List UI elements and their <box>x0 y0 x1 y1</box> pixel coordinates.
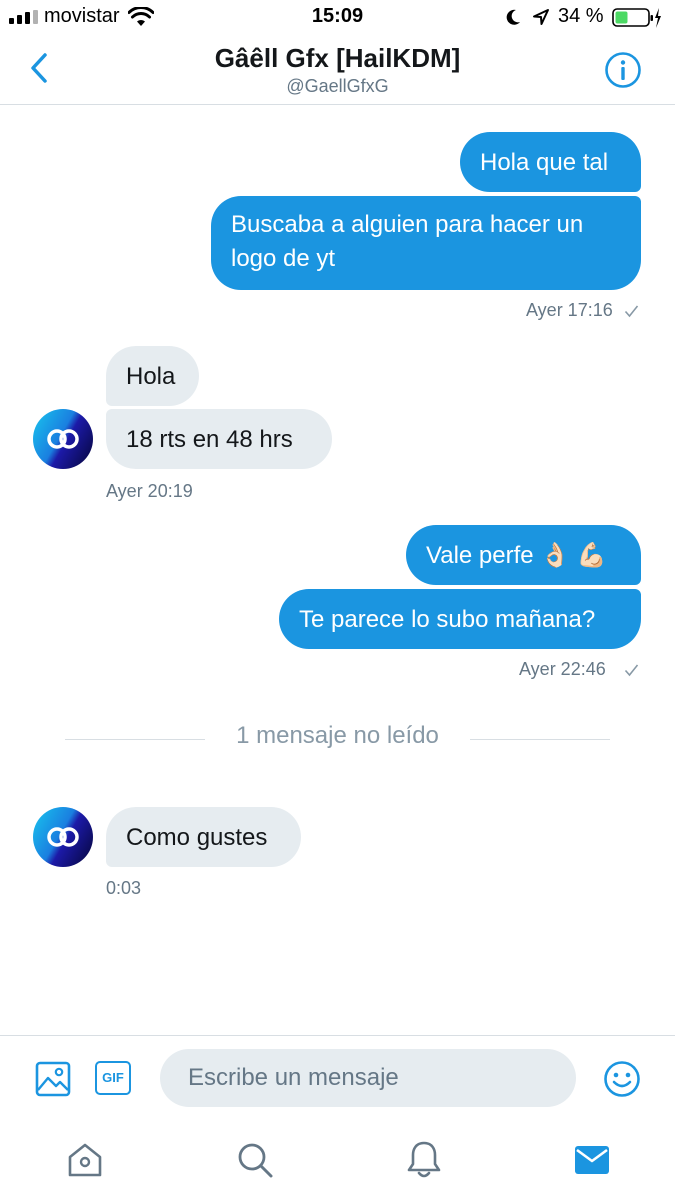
avatar-logo-icon <box>47 429 79 449</box>
info-icon[interactable] <box>604 51 642 89</box>
conversation-header: Gâêll Gfx [HailKDM] @GaellGfxG <box>0 34 675 105</box>
search-icon[interactable] <box>236 1141 274 1179</box>
tab-bar <box>0 1125 675 1200</box>
conversation-handle: @GaellGfxG <box>286 76 389 96</box>
message-bubble-incoming[interactable]: 18 rts en 48 hrs <box>106 409 332 469</box>
message-bubble-incoming[interactable]: Como gustes <box>106 807 301 867</box>
message-bubble-incoming[interactable]: Hola <box>106 346 199 406</box>
message-timestamp: Ayer 17:16 <box>526 300 613 320</box>
battery-percentage: 34 % <box>558 5 604 27</box>
message-timestamp: 0:03 <box>106 878 142 898</box>
image-icon[interactable] <box>35 1061 71 1097</box>
status-bar: movistar 15:09 34 % <box>0 0 675 34</box>
avatar-logo-icon <box>47 827 79 847</box>
gif-icon[interactable]: GIF <box>95 1061 131 1095</box>
conversation-title[interactable]: Gâêll Gfx [HailKDM] <box>0 43 675 74</box>
home-icon[interactable] <box>66 1141 104 1179</box>
location-arrow-icon <box>533 9 549 25</box>
avatar[interactable] <box>33 807 93 867</box>
unread-divider-label: 1 mensaje no leído <box>236 722 439 749</box>
sent-check-icon <box>624 305 639 318</box>
message-timestamp: Ayer 20:19 <box>106 481 193 501</box>
do-not-disturb-moon-icon <box>506 9 520 25</box>
emoji-icon[interactable] <box>603 1060 641 1098</box>
battery-charging-icon <box>612 8 661 28</box>
notifications-bell-icon[interactable] <box>405 1140 443 1180</box>
message-bubble-outgoing[interactable]: Buscaba a alguien para hacer un logo de … <box>211 196 641 290</box>
message-bubble-outgoing[interactable]: Te parece lo subo mañana? <box>279 589 641 649</box>
message-bubble-outgoing[interactable]: Vale perfe 👌🏻 💪🏻 <box>406 525 641 585</box>
divider-line <box>470 739 610 740</box>
sent-check-icon <box>624 664 639 677</box>
avatar[interactable] <box>33 409 93 469</box>
message-input[interactable]: Escribe un mensaje <box>160 1049 576 1107</box>
message-timestamp: Ayer 22:46 <box>519 659 606 679</box>
messages-envelope-icon[interactable] <box>574 1145 610 1175</box>
message-bubble-outgoing[interactable]: Hola que tal <box>460 132 641 192</box>
message-composer: GIF Escribe un mensaje <box>0 1035 675 1126</box>
